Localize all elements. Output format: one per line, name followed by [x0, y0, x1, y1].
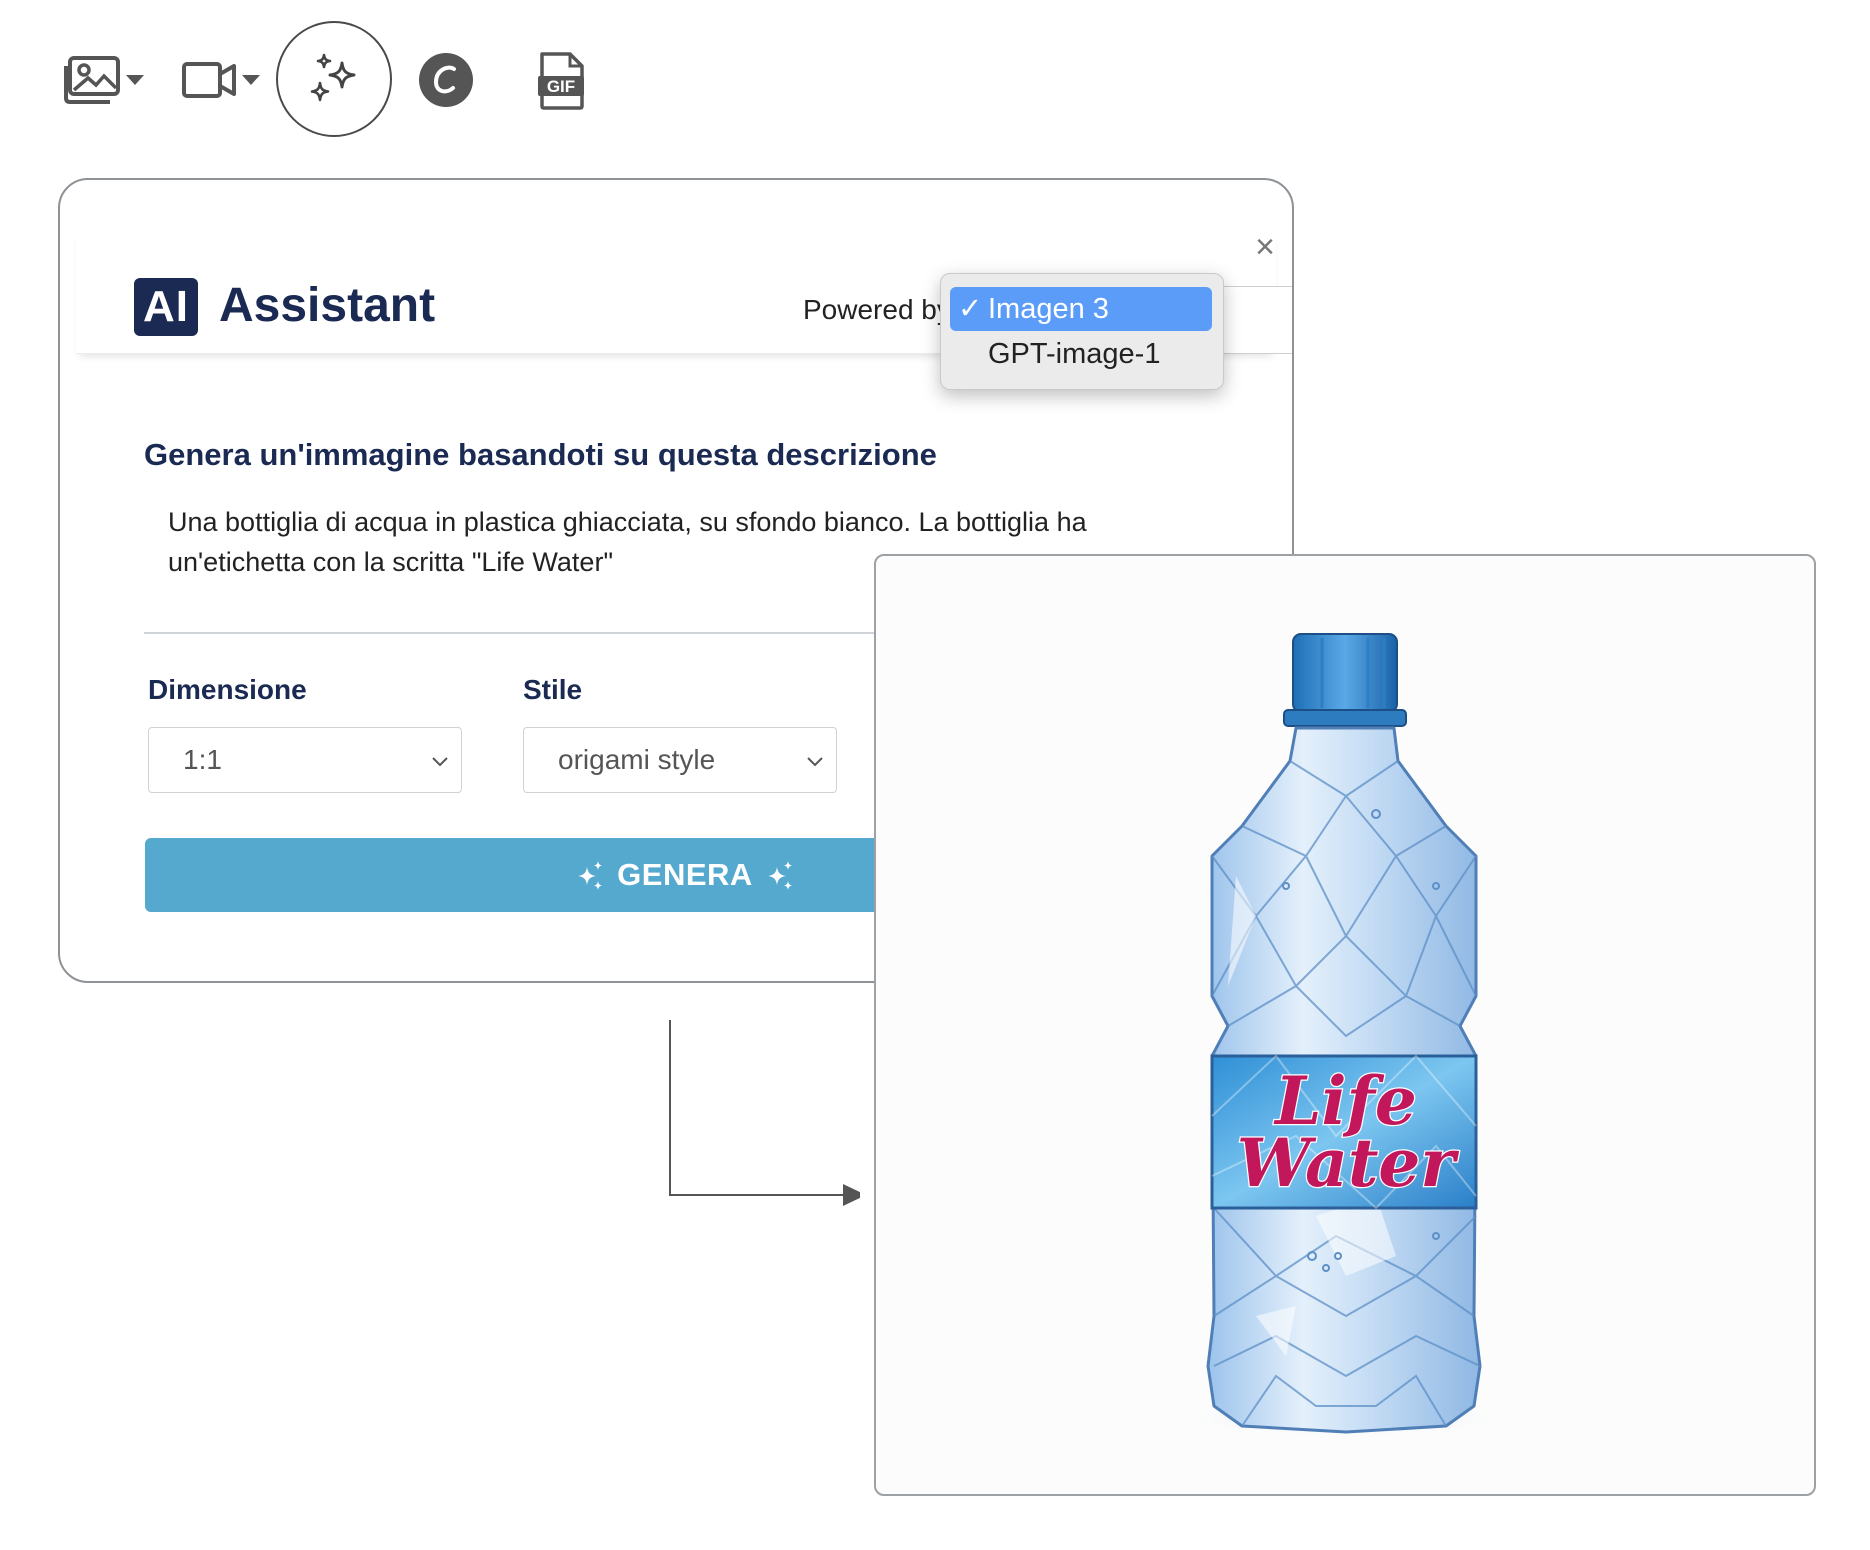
- close-button[interactable]: ×: [1250, 230, 1280, 264]
- powered-by-label: Powered by: [803, 294, 951, 325]
- dimension-value: 1:1: [183, 744, 222, 775]
- dropdown-option-label: GPT-image-1: [988, 338, 1161, 370]
- video-dropdown-button[interactable]: [178, 50, 268, 110]
- dimension-select[interactable]: 1:1: [148, 727, 462, 793]
- gif-icon: GIF: [538, 52, 584, 110]
- canva-icon: [419, 53, 473, 107]
- ai-badge: AI: [134, 278, 198, 336]
- sparkles-icon: [578, 861, 603, 890]
- style-label: Stile: [523, 674, 583, 705]
- connector-arrow: [669, 1020, 860, 1206]
- image-icon: [64, 56, 144, 104]
- chevron-down-icon: [807, 757, 823, 767]
- ai-assistant-button[interactable]: [276, 21, 392, 137]
- editor-toolbar: GIF: [0, 0, 700, 170]
- generate-button-label: GENERA: [617, 857, 753, 892]
- model-dropdown-menu: ✓ Imagen 3 GPT-image-1: [940, 273, 1224, 390]
- sparkles-icon: [767, 861, 792, 890]
- sparkles-icon: [310, 53, 356, 102]
- dropdown-option-label: Imagen 3: [988, 293, 1109, 325]
- section-heading: Genera un'immagine basandoti su questa d…: [144, 437, 937, 472]
- style-select[interactable]: origami style: [523, 727, 837, 793]
- image-dropdown-button[interactable]: [62, 50, 152, 110]
- video-icon: [182, 62, 260, 98]
- canva-button[interactable]: [418, 52, 474, 108]
- dropdown-option-gpt-image-1[interactable]: GPT-image-1: [950, 332, 1212, 376]
- bottle-cap: [1283, 633, 1407, 727]
- generated-image: Life Water: [1174, 633, 1514, 1438]
- style-value: origami style: [558, 744, 716, 775]
- close-icon: ×: [1255, 228, 1275, 266]
- label-text-line2: Water: [1237, 1124, 1460, 1202]
- dimension-label: Dimensione: [148, 674, 307, 705]
- checkmark-icon: ✓: [958, 293, 983, 325]
- gif-button[interactable]: GIF: [534, 50, 590, 112]
- generated-image-panel[interactable]: Life Water: [874, 554, 1816, 1496]
- modal-title: Assistant: [219, 279, 436, 332]
- gif-label: GIF: [547, 77, 575, 96]
- chevron-down-icon: [432, 757, 448, 767]
- dropdown-option-imagen-3[interactable]: ✓ Imagen 3: [950, 287, 1212, 331]
